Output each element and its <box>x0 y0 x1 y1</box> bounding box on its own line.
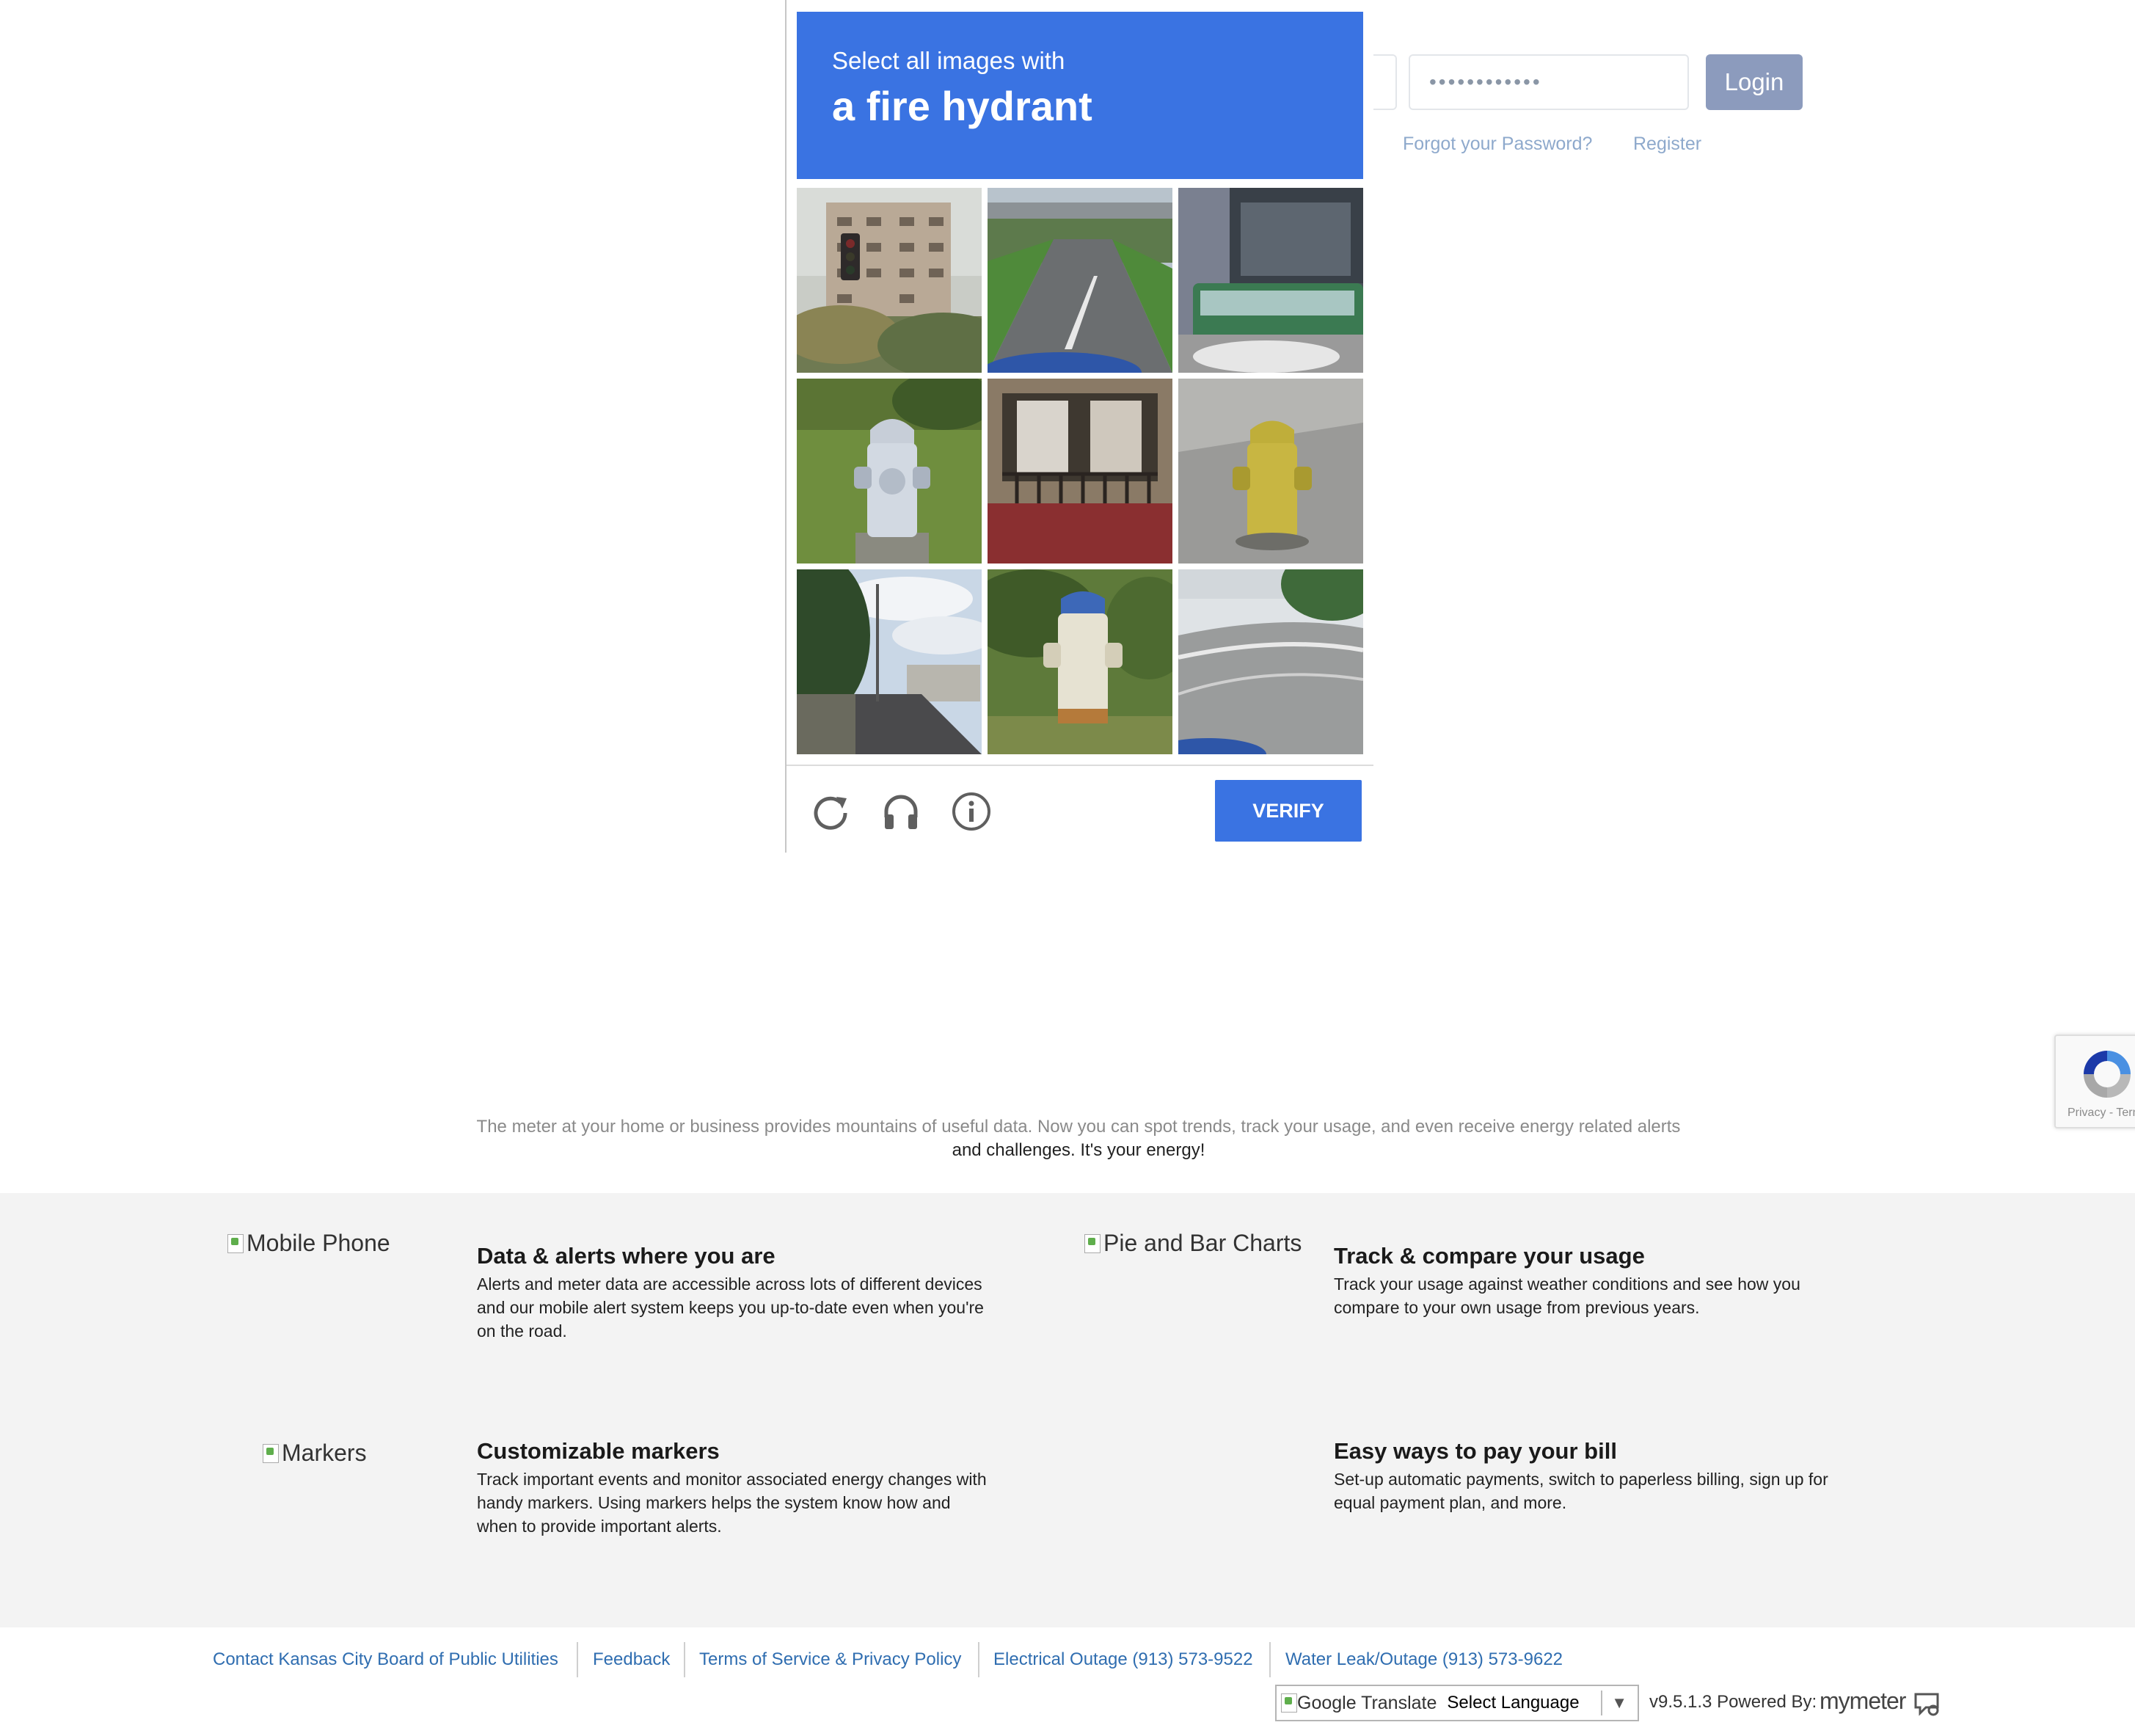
select-divider <box>1601 1691 1602 1715</box>
recaptcha-logo-icon <box>2084 1051 2131 1098</box>
captcha-tile-7[interactable] <box>797 569 982 754</box>
forgot-password-link[interactable]: Forgot your Password? <box>1403 134 1592 155</box>
features-section: Mobile Phone Data & alerts where you are… <box>0 1193 2135 1627</box>
login-button[interactable]: Login <box>1706 54 1803 110</box>
captcha-tile-6[interactable] <box>1178 379 1363 564</box>
captcha-tile-1[interactable] <box>797 188 982 373</box>
reload-icon[interactable] <box>809 789 853 834</box>
register-link[interactable]: Register <box>1633 134 1701 155</box>
feature-title-track-compare: Track & compare your usage <box>1334 1243 1645 1269</box>
google-translate-label: Google Translate <box>1297 1692 1437 1713</box>
verify-button[interactable]: VERIFY <box>1215 780 1362 842</box>
password-field[interactable]: •••••••••••• <box>1409 54 1689 110</box>
captcha-target-object: a fire hydrant <box>832 83 1092 129</box>
feature-title-pay-bill: Easy ways to pay your bill <box>1334 1438 1617 1464</box>
feature-desc-data-alerts: Alerts and meter data are accessible acr… <box>477 1274 984 1341</box>
footer-separator <box>978 1642 979 1677</box>
footer-contact-link[interactable]: Contact Kansas City Board of Public Util… <box>213 1649 558 1670</box>
broken-image-icon <box>227 1233 244 1253</box>
feature-desc-track-compare: Track your usage against weather conditi… <box>1334 1274 1800 1317</box>
feature-title-markers: Customizable markers <box>477 1438 720 1464</box>
tagline-line-1: The meter at your home or business provi… <box>476 1117 1681 1137</box>
google-translate-widget[interactable]: Google Translate Select Language ▼ <box>1275 1685 1639 1721</box>
language-select[interactable]: Select Language <box>1447 1693 1579 1713</box>
broken-image-icon <box>1084 1233 1101 1253</box>
captcha-tile-9[interactable] <box>1178 569 1363 754</box>
footer-electrical-outage-link[interactable]: Electrical Outage (913) 573-9522 <box>993 1649 1253 1670</box>
broken-image-icon <box>1281 1693 1297 1713</box>
captcha-divider <box>787 765 1373 766</box>
broken-image-icon <box>263 1443 279 1463</box>
feature-title-data-alerts: Data & alerts where you are <box>477 1243 775 1269</box>
captcha-tile-2[interactable] <box>988 188 1172 373</box>
pie-bar-charts-image: Pie and Bar Charts <box>1084 1230 1302 1257</box>
footer-separator <box>577 1642 578 1677</box>
markers-image: Markers <box>263 1440 367 1467</box>
mobile-phone-image: Mobile Phone <box>227 1230 390 1257</box>
captcha-tile-8[interactable] <box>988 569 1172 754</box>
audio-headphones-icon[interactable] <box>879 789 923 834</box>
mymeter-logo[interactable]: mymeter <box>1820 1688 1942 1718</box>
footer-feedback-link[interactable]: Feedback <box>593 1649 670 1670</box>
captcha-instruction: Select all images with <box>832 47 1065 74</box>
footer-separator <box>1269 1642 1271 1677</box>
feature-desc-pay-bill: Set-up automatic payments, switch to pap… <box>1334 1470 1828 1512</box>
tagline-line-2: and challenges. It's your energy! <box>952 1140 1205 1160</box>
captcha-header: Select all images with a fire hydrant <box>797 12 1363 179</box>
footer-terms-link[interactable]: Terms of Service & Privacy Policy <box>699 1649 961 1670</box>
captcha-tile-4[interactable] <box>797 379 982 564</box>
mymeter-logo-icon <box>1914 1693 1939 1716</box>
recaptcha-badge[interactable]: Privacy - Terms <box>2054 1035 2135 1128</box>
tagline: The meter at your home or business provi… <box>382 1115 1775 1162</box>
dropdown-arrow-icon[interactable]: ▼ <box>1611 1693 1627 1713</box>
captcha-tile-5[interactable] <box>988 379 1172 564</box>
footer-separator <box>684 1642 685 1677</box>
captcha-tile-3[interactable] <box>1178 188 1363 373</box>
version-powered-by: v9.5.1.3 Powered By: <box>1649 1692 1817 1712</box>
feature-desc-markers: Track important events and monitor assoc… <box>477 1470 987 1536</box>
footer-water-leak-link[interactable]: Water Leak/Outage (913) 573-9622 <box>1285 1649 1563 1670</box>
recaptcha-privacy-terms[interactable]: Privacy - Terms <box>2068 1106 2135 1120</box>
info-icon[interactable] <box>949 789 993 834</box>
